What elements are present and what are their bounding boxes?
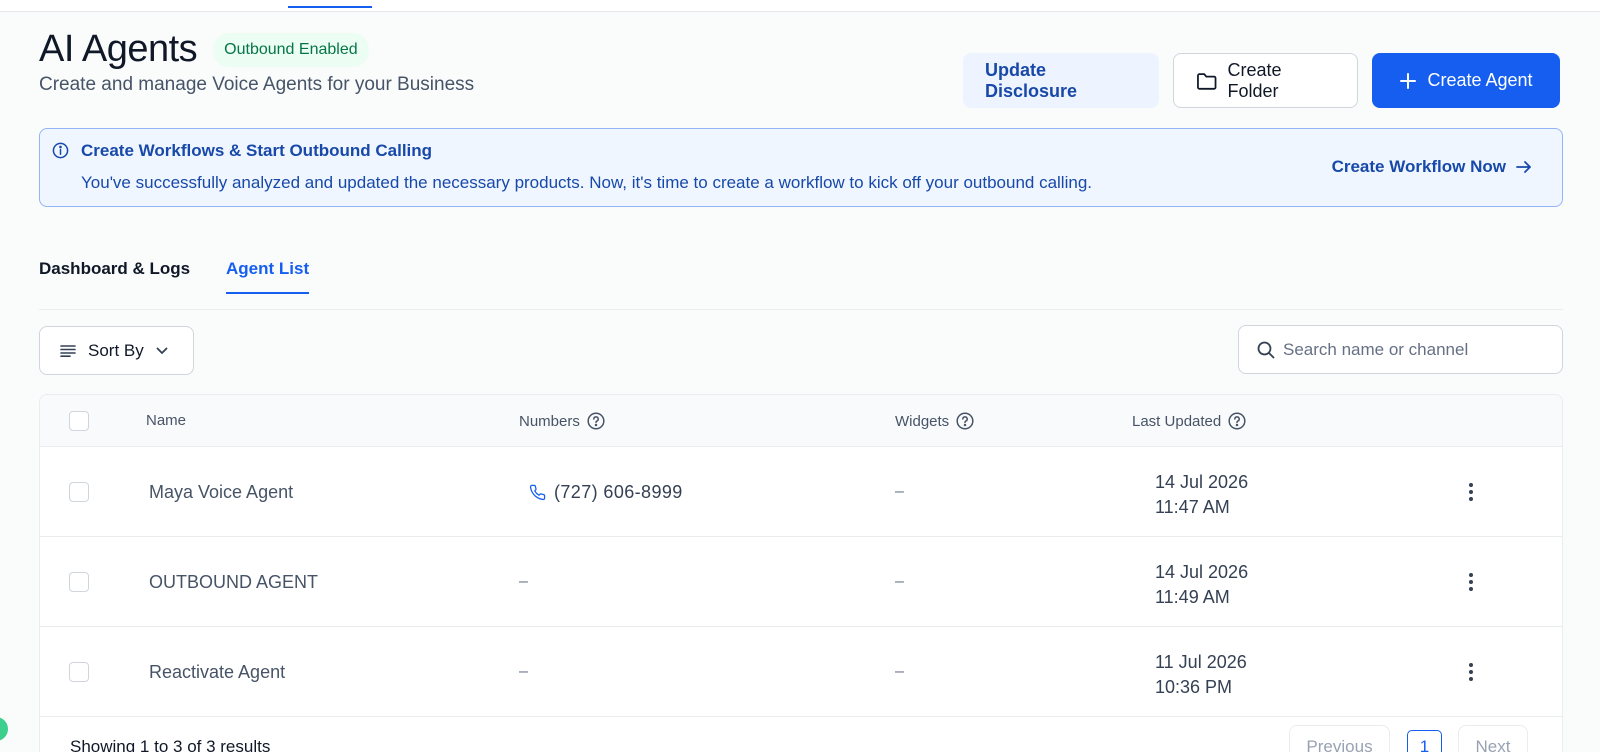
top-nav-active-indicator	[288, 6, 372, 8]
sort-lines-icon	[60, 344, 76, 357]
create-folder-button[interactable]: Create Folder	[1173, 53, 1358, 108]
create-agent-label: Create Agent	[1427, 70, 1533, 90]
row-checkbox[interactable]	[69, 572, 89, 592]
workflow-banner: Create Workflows & Start Outbound Callin…	[39, 128, 1563, 207]
previous-page-button[interactable]: Previous	[1289, 725, 1390, 752]
search-input[interactable]	[1283, 339, 1553, 360]
search-icon	[1257, 341, 1275, 358]
agent-number: (727) 606-8999	[529, 482, 683, 503]
info-icon	[52, 142, 69, 159]
agent-number: –	[519, 663, 528, 680]
agent-name[interactable]: Maya Voice Agent	[149, 482, 293, 503]
table-footer: Showing 1 to 3 of 3 results Previous 1 N…	[40, 715, 1562, 752]
sort-by-button[interactable]: Sort By	[39, 326, 194, 375]
agent-last-updated: 14 Jul 2026 11:47 AM	[1155, 470, 1248, 520]
table-header: Name Numbers Widgets Last Updated	[40, 395, 1562, 447]
column-name: Name	[146, 412, 186, 429]
time-value: 11:47 AM	[1155, 497, 1230, 517]
page: AI Agents Outbound Enabled Create and ma…	[0, 12, 1600, 752]
create-workflow-label: Create Workflow Now	[1331, 157, 1506, 176]
column-name-label: Name	[146, 412, 187, 429]
agent-number-value: (727) 606-8999	[554, 482, 683, 502]
update-disclosure-button[interactable]: Update Disclosure	[963, 53, 1159, 108]
create-agent-button[interactable]: Create Agent	[1372, 53, 1560, 108]
page-title: AI Agents	[39, 28, 198, 70]
more-vertical-icon[interactable]	[1465, 481, 1477, 503]
date-value: 14 Jul 2026	[1155, 562, 1249, 582]
table-row[interactable]: Maya Voice Agent (727) 606-8999 – 14 Jul…	[40, 447, 1562, 537]
next-page-button[interactable]: Next	[1458, 725, 1528, 752]
create-folder-label: Create Folder	[1227, 59, 1282, 101]
banner-text: You've successfully analyzed and updated…	[81, 173, 1092, 192]
date-value: 11 Jul 2026	[1155, 652, 1247, 672]
column-numbers: Numbers	[519, 412, 605, 430]
chevron-down-icon	[156, 347, 168, 354]
agent-name[interactable]: OUTBOUND AGENT	[149, 572, 318, 593]
plus-icon	[1400, 72, 1417, 89]
time-value: 10:36 PM	[1155, 677, 1233, 697]
column-last-updated-label: Last Updated	[1132, 412, 1222, 430]
agent-number: –	[519, 573, 528, 590]
agent-widgets: –	[895, 663, 904, 680]
select-all-checkbox[interactable]	[69, 411, 89, 431]
results-summary: Showing 1 to 3 of 3 results	[70, 737, 271, 752]
top-strip	[0, 0, 1600, 12]
update-disclosure-label: Update Disclosure	[985, 59, 1078, 101]
column-last-updated: Last Updated	[1132, 412, 1246, 430]
agents-table: Name Numbers Widgets Last Updated Maya V…	[39, 394, 1563, 752]
date-value: 14 Jul 2026	[1155, 472, 1249, 492]
header-actions: Update Disclosure Create Folder Create A…	[963, 53, 1560, 108]
row-checkbox[interactable]	[69, 662, 89, 682]
tab-bar: Dashboard & Logs Agent List	[39, 242, 1563, 310]
phone-icon	[529, 484, 546, 501]
page-number-button[interactable]: 1	[1407, 730, 1442, 752]
row-checkbox[interactable]	[69, 482, 89, 502]
column-widgets: Widgets	[895, 412, 974, 430]
table-row[interactable]: OUTBOUND AGENT – – 14 Jul 2026 11:49 AM	[40, 537, 1562, 627]
column-widgets-label: Widgets	[895, 412, 950, 430]
sort-by-label: Sort By	[88, 340, 144, 360]
arrow-right-icon	[1516, 161, 1531, 173]
widget-launcher-tab[interactable]	[0, 717, 8, 741]
more-vertical-icon[interactable]	[1465, 571, 1477, 593]
time-value: 11:49 AM	[1155, 587, 1230, 607]
agent-last-updated: 14 Jul 2026 11:49 AM	[1155, 560, 1248, 610]
title-row: AI Agents Outbound Enabled	[39, 28, 369, 71]
page-subtitle: Create and manage Voice Agents for your …	[39, 74, 475, 95]
folder-icon	[1197, 72, 1217, 90]
search-box	[1238, 325, 1563, 374]
help-circle-icon[interactable]	[587, 412, 605, 430]
agent-name[interactable]: Reactivate Agent	[149, 662, 285, 683]
more-vertical-icon[interactable]	[1465, 661, 1477, 683]
banner-title: Create Workflows & Start Outbound Callin…	[81, 141, 433, 160]
agent-last-updated: 11 Jul 2026 10:36 PM	[1155, 650, 1247, 700]
agent-widgets: –	[895, 483, 904, 500]
status-badge: Outbound Enabled	[213, 32, 369, 67]
help-circle-icon[interactable]	[1228, 412, 1246, 430]
tab-dashboard-logs[interactable]: Dashboard & Logs	[39, 259, 190, 292]
agent-widgets: –	[895, 573, 904, 590]
tab-agent-list[interactable]: Agent List	[226, 259, 310, 294]
create-workflow-link[interactable]: Create Workflow Now	[1332, 157, 1532, 177]
column-numbers-label: Numbers	[519, 412, 580, 430]
help-circle-icon[interactable]	[956, 412, 974, 430]
table-row[interactable]: Reactivate Agent – – 11 Jul 2026 10:36 P…	[40, 627, 1562, 717]
